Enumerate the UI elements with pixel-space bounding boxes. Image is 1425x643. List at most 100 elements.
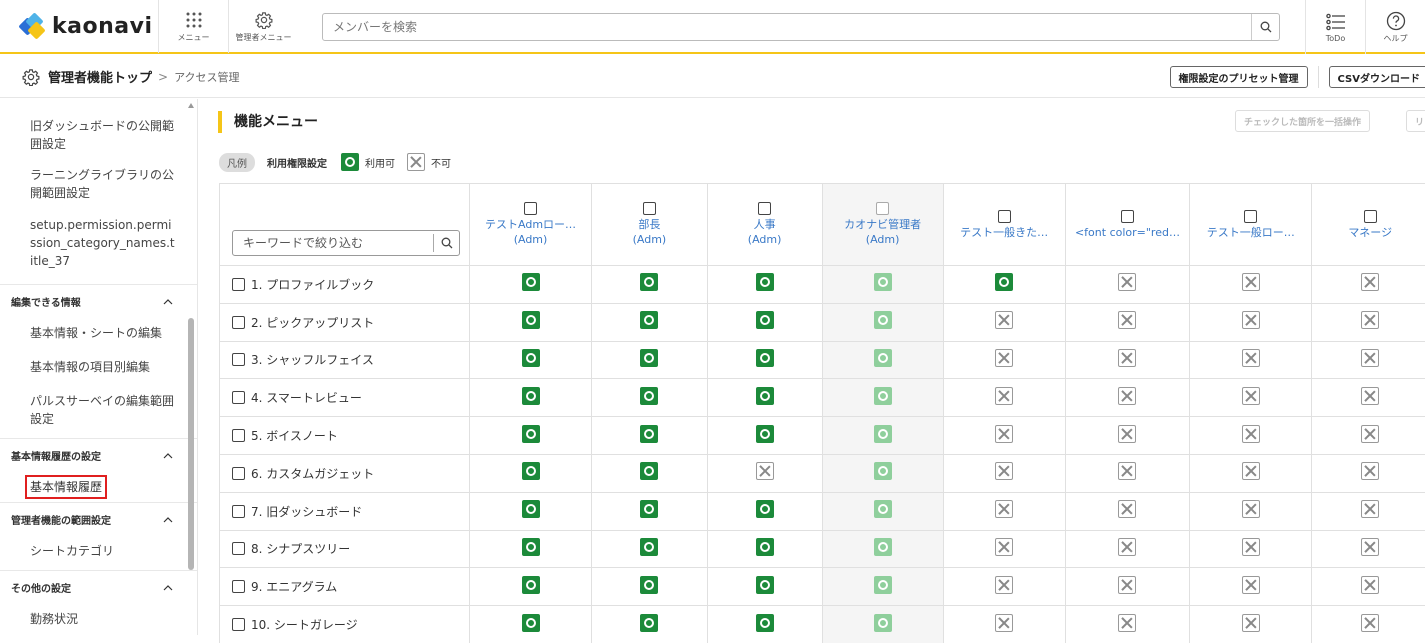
row-select-checkbox[interactable] [232,353,245,366]
allowed-icon[interactable] [756,500,774,518]
allowed-icon[interactable] [874,349,892,367]
allowed-icon[interactable] [874,311,892,329]
row-select-checkbox[interactable] [232,580,245,593]
row-select-checkbox[interactable] [232,278,245,291]
column-name[interactable]: 部長 [638,217,660,232]
denied-icon[interactable] [1361,576,1379,594]
permission-cell[interactable] [469,379,592,417]
sidebar-section-editable-info[interactable]: 編集できる情報 [0,284,197,318]
denied-icon[interactable] [1361,387,1379,405]
permission-cell[interactable] [1065,417,1189,455]
sidebar-item-title-37[interactable]: setup.permission.permission_category_nam… [0,208,197,278]
allowed-icon[interactable] [756,576,774,594]
denied-icon[interactable] [1242,576,1260,594]
allowed-icon[interactable] [756,311,774,329]
permission-cell[interactable] [707,530,822,568]
permission-cell[interactable] [592,341,707,379]
permission-cell[interactable] [822,303,943,341]
permission-cell[interactable] [469,417,592,455]
permission-cell[interactable] [707,417,822,455]
column-select-checkbox[interactable] [1244,210,1257,223]
denied-icon[interactable] [1118,614,1136,632]
permission-cell[interactable] [1190,454,1312,492]
row-select-checkbox[interactable] [232,505,245,518]
column-name[interactable]: カオナビ管理者 [844,217,921,232]
denied-icon[interactable] [1242,462,1260,480]
denied-icon[interactable] [1118,462,1136,480]
permission-cell[interactable] [822,417,943,455]
sidebar-item-basic-info-sheet-edit[interactable]: 基本情報・シートの編集 [0,318,197,348]
permission-cell[interactable] [592,568,707,606]
row-select-checkbox[interactable] [232,316,245,329]
allowed-icon[interactable] [640,576,658,594]
help-button[interactable]: ヘルプ [1365,0,1425,54]
denied-icon[interactable] [1118,538,1136,556]
permission-cell[interactable] [1190,606,1312,643]
row-select-checkbox[interactable] [232,618,245,631]
allowed-icon[interactable] [522,425,540,443]
permission-cell[interactable] [822,530,943,568]
denied-icon[interactable] [1118,387,1136,405]
permission-cell[interactable] [1065,266,1189,304]
kaonavi-logo[interactable]: kaonavi [0,0,158,52]
allowed-icon[interactable] [874,538,892,556]
row-select-checkbox[interactable] [232,429,245,442]
allowed-icon[interactable] [756,387,774,405]
column-select-checkbox[interactable] [1364,210,1377,223]
allowed-icon[interactable] [522,311,540,329]
allowed-icon[interactable] [522,500,540,518]
denied-icon[interactable] [995,500,1013,518]
sidebar-item-basic-info-history[interactable]: 基本情報履歴 [25,475,107,499]
allowed-icon[interactable] [756,425,774,443]
allowed-icon[interactable] [874,576,892,594]
keyword-filter-input[interactable] [233,231,433,255]
sidebar-item-learning-library[interactable]: ラーニングライブラリの公開範囲設定 [0,159,197,208]
permission-cell[interactable] [943,606,1065,643]
allowed-icon[interactable] [756,349,774,367]
permission-cell[interactable] [592,417,707,455]
denied-icon[interactable] [1361,311,1379,329]
allowed-icon[interactable] [756,614,774,632]
permission-cell[interactable] [469,303,592,341]
permission-cell[interactable] [943,530,1065,568]
permission-cell[interactable] [943,454,1065,492]
denied-icon[interactable] [995,349,1013,367]
filter-search-button[interactable] [433,234,459,252]
permission-cell[interactable] [1065,303,1189,341]
allowed-icon[interactable] [756,538,774,556]
sidebar-item-work-status[interactable]: 勤務状況 [0,604,197,634]
sidebar-item-sheet-category[interactable]: シートカテゴリ [0,536,197,570]
denied-icon[interactable] [1361,500,1379,518]
sidebar-item-pulse-survey[interactable]: パルスサーベイの編集範囲設定 [0,382,197,438]
column-name[interactable]: テスト一般ロー… [1207,225,1295,240]
denied-icon[interactable] [1118,311,1136,329]
denied-icon[interactable] [1242,273,1260,291]
allowed-icon[interactable] [756,273,774,291]
permission-cell[interactable] [707,341,822,379]
denied-icon[interactable] [1242,311,1260,329]
allowed-icon[interactable] [522,614,540,632]
permission-cell[interactable] [1312,492,1425,530]
allowed-icon[interactable] [640,500,658,518]
permission-cell[interactable] [1190,341,1312,379]
row-select-checkbox[interactable] [232,467,245,480]
denied-icon[interactable] [1242,349,1260,367]
permission-cell[interactable] [707,266,822,304]
permission-cell[interactable] [469,266,592,304]
permission-cell[interactable] [1312,530,1425,568]
scroll-up-arrow[interactable] [188,103,194,108]
denied-icon[interactable] [995,614,1013,632]
permission-cell[interactable] [707,303,822,341]
allowed-icon[interactable] [640,273,658,291]
sidebar-section-admin-scope[interactable]: 管理者機能の範囲設定 [0,502,197,536]
allowed-icon[interactable] [522,462,540,480]
permission-cell[interactable] [1312,341,1425,379]
allowed-icon[interactable] [522,576,540,594]
column-select-checkbox[interactable] [643,202,656,215]
allowed-icon[interactable] [874,462,892,480]
permission-cell[interactable] [943,568,1065,606]
permission-cell[interactable] [1312,417,1425,455]
denied-icon[interactable] [995,538,1013,556]
allowed-icon[interactable] [640,425,658,443]
allowed-icon[interactable] [522,273,540,291]
